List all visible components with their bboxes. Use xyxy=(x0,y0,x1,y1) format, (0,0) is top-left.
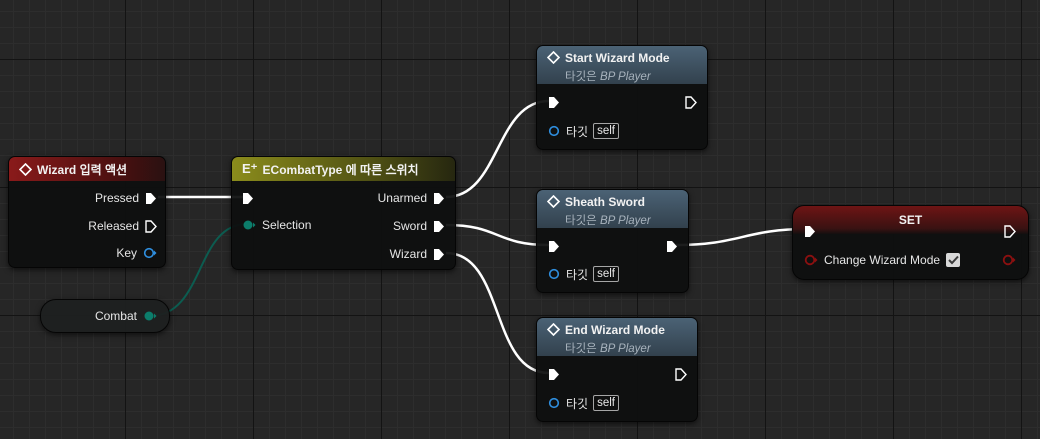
wire-wizard-to-end xyxy=(445,251,550,375)
wizard-exec-pin[interactable]: Wizard xyxy=(390,246,445,262)
released-exec-pin[interactable]: Released xyxy=(88,218,157,234)
wire-unarmed-to-start xyxy=(445,99,550,199)
function-diamond-icon xyxy=(547,195,560,208)
enum-switch-icon: E⁺ xyxy=(242,161,258,176)
set-header: SET xyxy=(793,206,1028,234)
key-pin[interactable]: Key xyxy=(116,245,157,261)
target-label: 타깃 xyxy=(566,396,589,411)
wire-sheath-to-set xyxy=(675,227,808,247)
switch-on-enum-node[interactable]: E⁺ ECombatType 에 따른 스위치 Selection Unarme… xyxy=(231,156,456,270)
target-label: 타깃 xyxy=(566,124,589,139)
wizard-input-title: Wizard 입력 액션 xyxy=(37,162,128,177)
start-wizard-target-pin[interactable]: 타깃 self xyxy=(548,123,619,139)
end-wizard-subtitle: 타깃은 BP Player xyxy=(565,343,651,355)
exec-pin-hollow-icon xyxy=(145,219,157,233)
exec-pin-filled-icon xyxy=(434,248,444,260)
start-wizard-header: Start Wizard Mode 타깃은 BP Player xyxy=(537,46,707,84)
exec-pin-hollow-icon xyxy=(675,367,687,381)
end-wizard-header: End Wizard Mode 타깃은 BP Player xyxy=(537,318,697,356)
exec-pin-filled-icon xyxy=(146,192,156,204)
enum-pin-icon xyxy=(144,311,157,321)
end-wizard-title: End Wizard Mode xyxy=(565,323,665,337)
set-variable-node[interactable]: SET Change Wizard Mode xyxy=(792,205,1029,280)
set-title: SET xyxy=(898,213,923,227)
set-exec-out[interactable] xyxy=(1004,223,1016,239)
checkmark-icon xyxy=(947,255,959,265)
function-diamond-icon xyxy=(547,51,560,64)
exec-pin-hollow-icon xyxy=(685,95,697,109)
exec-pin-filled-icon xyxy=(549,368,559,380)
end-wizard-exec-out[interactable] xyxy=(675,366,687,382)
pressed-exec-pin[interactable]: Pressed xyxy=(95,190,157,206)
switch-exec-input-pin[interactable] xyxy=(242,190,254,206)
key-label: Key xyxy=(116,246,137,260)
sheath-sword-header: Sheath Sword 타깃은 BP Player xyxy=(537,190,688,228)
struct-pin-icon xyxy=(143,247,157,259)
bool-pin-icon xyxy=(1002,254,1016,266)
change-wizard-mode-output-pin[interactable] xyxy=(1002,252,1016,268)
combat-label: Combat xyxy=(94,309,137,323)
released-label: Released xyxy=(88,219,139,233)
start-wizard-exec-out[interactable] xyxy=(685,94,697,110)
event-diamond-icon xyxy=(19,162,32,176)
sheath-sword-exec-in[interactable] xyxy=(548,238,560,254)
change-wizard-mode-checkbox[interactable] xyxy=(946,253,961,267)
self-value: self xyxy=(593,266,619,282)
exec-pin-hollow-icon xyxy=(1004,224,1016,238)
end-wizard-exec-in[interactable] xyxy=(548,366,560,382)
end-wizard-target-pin[interactable]: 타깃 self xyxy=(548,395,619,411)
pressed-label: Pressed xyxy=(94,191,139,205)
wire-sword-to-sheath xyxy=(445,223,550,247)
change-wizard-mode-input-pin[interactable]: Change Wizard Mode xyxy=(804,252,961,268)
self-value: self xyxy=(593,123,619,139)
sword-exec-pin[interactable]: Sword xyxy=(393,218,445,234)
end-wizard-mode-node[interactable]: End Wizard Mode 타깃은 BP Player 타깃 self xyxy=(536,317,698,422)
exec-pin-filled-icon xyxy=(549,240,559,252)
function-diamond-icon xyxy=(547,323,560,336)
exec-pin-filled-icon xyxy=(667,240,677,252)
set-exec-in[interactable] xyxy=(804,223,816,239)
start-wizard-title: Start Wizard Mode xyxy=(565,51,670,65)
sheath-sword-node[interactable]: Sheath Sword 타깃은 BP Player 타깃 self xyxy=(536,189,689,293)
exec-pin-filled-icon xyxy=(434,220,444,232)
wizard-input-action-node[interactable]: Wizard 입력 액션 Pressed Released Key xyxy=(8,156,166,268)
enum-pin-icon xyxy=(243,220,256,230)
change-wizard-mode-label: Change Wizard Mode xyxy=(824,253,941,267)
wizard-input-header: Wizard 입력 액션 xyxy=(9,157,165,181)
sheath-sword-subtitle: 타깃은 BP Player xyxy=(565,215,651,227)
object-pin-icon xyxy=(548,397,560,409)
self-value: self xyxy=(593,395,619,411)
combat-output-pin[interactable]: Combat xyxy=(95,308,157,324)
combat-variable-node[interactable]: Combat xyxy=(40,299,170,333)
sword-label: Sword xyxy=(392,219,427,233)
exec-pin-filled-icon xyxy=(549,96,559,108)
start-wizard-subtitle: 타깃은 BP Player xyxy=(565,71,651,83)
exec-pin-filled-icon xyxy=(434,192,444,204)
unarmed-label: Unarmed xyxy=(377,191,427,205)
selection-input-pin[interactable]: Selection xyxy=(242,217,311,233)
start-wizard-mode-node[interactable]: Start Wizard Mode 타깃은 BP Player 타깃 self xyxy=(536,45,708,150)
exec-pin-filled-icon xyxy=(243,192,253,204)
switch-header: E⁺ ECombatType 에 따른 스위치 xyxy=(232,157,455,181)
object-pin-icon xyxy=(548,125,560,137)
unarmed-exec-pin[interactable]: Unarmed xyxy=(378,190,445,206)
sheath-sword-target-pin[interactable]: 타깃 self xyxy=(548,266,619,282)
selection-label: Selection xyxy=(262,218,312,232)
object-pin-icon xyxy=(548,268,560,280)
target-label: 타깃 xyxy=(566,267,589,282)
switch-title: ECombatType 에 따른 스위치 xyxy=(262,162,419,177)
exec-pin-filled-icon xyxy=(805,225,815,237)
bool-pin-icon xyxy=(804,254,818,266)
sheath-sword-title: Sheath Sword xyxy=(565,195,646,209)
start-wizard-exec-in[interactable] xyxy=(548,94,560,110)
wizard-label: Wizard xyxy=(389,247,427,261)
sheath-sword-exec-out[interactable] xyxy=(666,238,678,254)
